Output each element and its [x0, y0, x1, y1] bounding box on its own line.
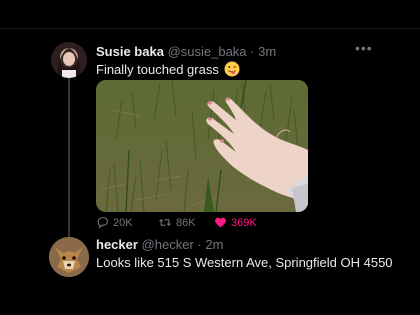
retweet-icon	[159, 219, 171, 226]
tweet-header: Susie baka @susie_baka · 3m	[96, 44, 276, 59]
reply-button[interactable]: 20K	[96, 216, 133, 229]
avatar-image	[49, 237, 89, 277]
like-button[interactable]: 369K	[214, 216, 257, 229]
reply-time[interactable]: 2m	[205, 237, 223, 252]
top-divider	[0, 28, 420, 29]
author-handle[interactable]: @susie_baka	[168, 44, 247, 59]
reply-count: 20K	[113, 216, 133, 229]
retweet-count: 86K	[176, 216, 196, 229]
heart-icon	[215, 217, 226, 228]
winking-face-with-tongue-icon	[224, 61, 240, 77]
separator: ·	[197, 237, 202, 252]
avatar-image	[51, 42, 87, 78]
more-horizontal-icon[interactable]: •••	[355, 40, 373, 56]
reply-icon	[97, 217, 108, 229]
reply-avatar[interactable]	[49, 237, 89, 277]
reply-author-handle[interactable]: @hecker	[142, 237, 194, 252]
like-count: 369K	[231, 216, 257, 229]
tweet-time[interactable]: 3m	[258, 44, 276, 59]
tweet-text: Finally touched grass	[96, 62, 219, 77]
reply-author-name[interactable]: hecker	[96, 237, 138, 252]
reply-text: Looks like 515 S Western Ave, Springfiel…	[96, 255, 393, 270]
avatar[interactable]	[51, 42, 87, 78]
reply-header: hecker @hecker · 2m	[96, 237, 223, 252]
tweet-text-row: Finally touched grass	[96, 61, 240, 77]
tweet-media-photo[interactable]	[96, 80, 308, 212]
thread-connector-line	[68, 78, 70, 246]
author-name[interactable]: Susie baka	[96, 44, 164, 59]
grass-photo	[96, 80, 308, 212]
separator: ·	[250, 44, 255, 59]
retweet-button[interactable]: 86K	[158, 216, 196, 229]
